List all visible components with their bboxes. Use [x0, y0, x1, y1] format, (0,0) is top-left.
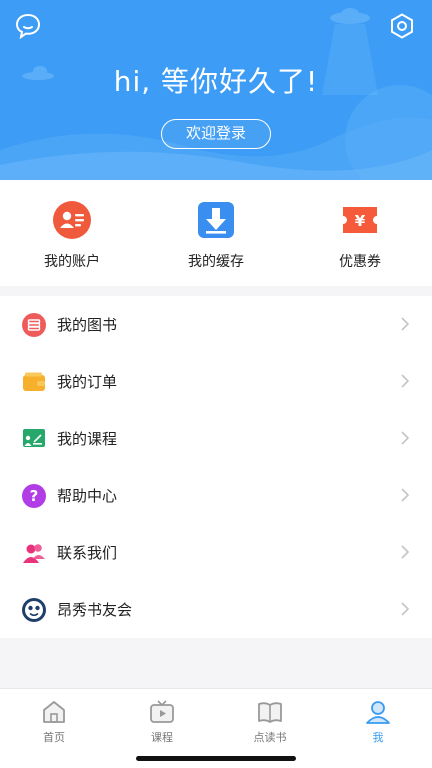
help-question-icon: ? [22, 483, 46, 508]
quick-actions: 我的账户 我的缓存 ¥ 优惠券 [0, 180, 432, 286]
tab-label: 我 [372, 731, 384, 744]
download-cache-icon [198, 202, 234, 238]
coupon-yen-icon: ¥ [343, 207, 377, 233]
chat-bubble-icon[interactable] [14, 12, 42, 40]
home-indicator[interactable] [136, 756, 296, 761]
menu-item-label: 我的订单 [57, 373, 118, 391]
menu-item-my-orders[interactable]: 我的订单 [0, 353, 432, 410]
quick-action-label: 我的账户 [44, 254, 100, 270]
contact-people-icon [23, 543, 45, 563]
tab-label: 课程 [151, 731, 173, 744]
open-book-icon [258, 702, 282, 723]
tab-home[interactable]: 首页 [0, 689, 108, 768]
menu-item-label: 我的课程 [57, 430, 118, 448]
quick-action-cache[interactable]: 我的缓存 [144, 180, 288, 286]
book-icon [22, 312, 46, 337]
menu-item-label: 昂秀书友会 [57, 601, 133, 619]
tab-label: 首页 [43, 731, 65, 744]
account-card-icon [53, 201, 91, 239]
greeting-text: hi, 等你好久了! [113, 65, 319, 98]
profile-header: hi, 等你好久了! 欢迎登录 [0, 0, 432, 180]
quick-action-label: 我的缓存 [188, 254, 244, 270]
menu-item-label: 联系我们 [57, 544, 118, 562]
chevron-right-icon [401, 431, 410, 445]
menu-item-contact-us[interactable]: 联系我们 [0, 524, 432, 581]
quick-action-account[interactable]: 我的账户 [0, 180, 144, 286]
chevron-right-icon [401, 545, 410, 559]
course-board-icon [23, 428, 45, 447]
chevron-right-icon [401, 317, 410, 331]
menu-item-label: 帮助中心 [57, 487, 118, 505]
wallet-icon [23, 372, 45, 391]
chevron-right-icon [401, 374, 410, 388]
menu-item-help-center[interactable]: ? 帮助中心 [0, 467, 432, 524]
menu-item-my-books[interactable]: 我的图书 [0, 296, 432, 353]
user-icon [366, 701, 390, 724]
tv-icon [150, 700, 174, 723]
menu-list: 我的图书 我的订单 我的课程 ? 帮助中心 联系我们 昂秀书友会 [0, 296, 432, 638]
chevron-right-icon [401, 488, 410, 502]
club-avatar-icon [22, 597, 46, 622]
login-button[interactable]: 欢迎登录 [161, 119, 271, 149]
svg-text:?: ? [30, 487, 39, 505]
menu-item-book-club[interactable]: 昂秀书友会 [0, 581, 432, 638]
quick-action-coupon[interactable]: ¥ 优惠券 [288, 180, 432, 286]
home-icon [43, 701, 65, 723]
quick-action-label: 优惠券 [339, 254, 381, 270]
chevron-right-icon [401, 602, 410, 616]
svg-text:¥: ¥ [355, 212, 366, 230]
menu-item-label: 我的图书 [57, 316, 118, 334]
tab-me[interactable]: 我 [324, 689, 432, 768]
menu-item-my-courses[interactable]: 我的课程 [0, 410, 432, 467]
tab-label: 点读书 [253, 731, 287, 744]
settings-hexagon-icon[interactable] [388, 12, 416, 40]
